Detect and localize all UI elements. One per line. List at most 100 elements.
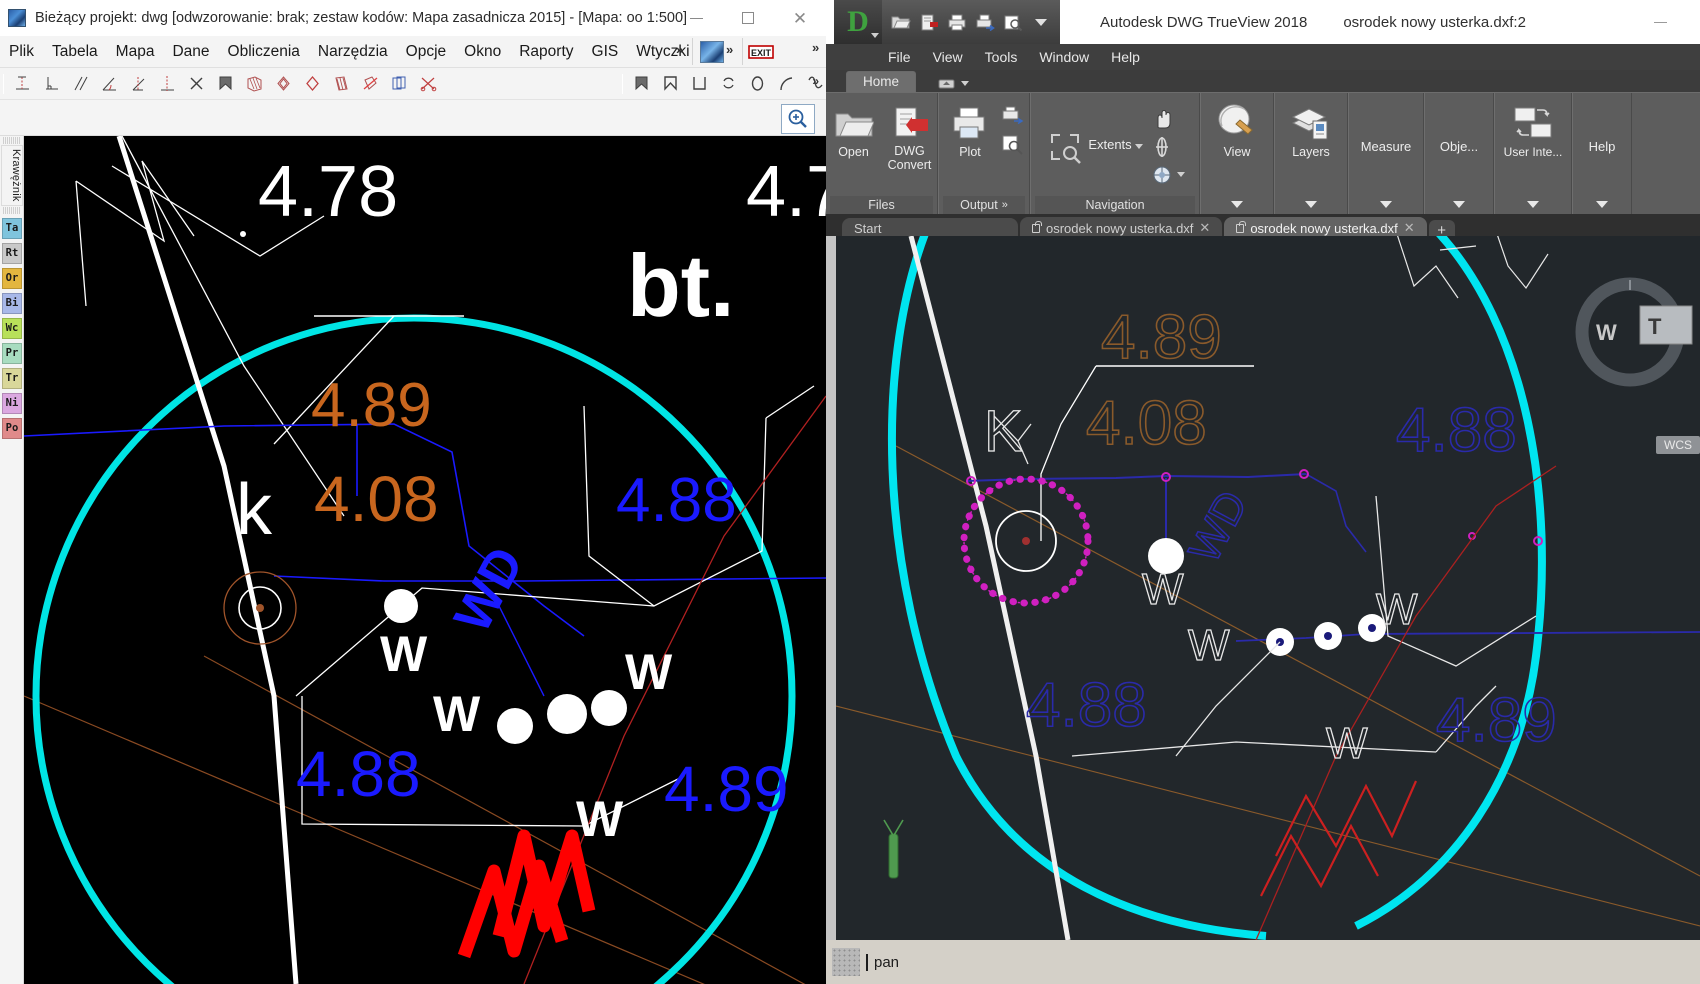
- toolbar-overflow-chevron-2[interactable]: »: [812, 40, 819, 55]
- menu-narzedzia[interactable]: Narzędzia: [309, 40, 397, 64]
- vbtn-or[interactable]: Or: [2, 267, 22, 289]
- command-line[interactable]: pan: [826, 940, 1700, 984]
- maximize-button[interactable]: [722, 0, 774, 36]
- open-rect-button[interactable]: [685, 70, 714, 97]
- vbtn-wc[interactable]: Wc: [2, 317, 22, 339]
- tab-home[interactable]: Home: [846, 71, 917, 92]
- batch-plot-button[interactable]: [999, 103, 1025, 129]
- menu-gis[interactable]: GIS: [583, 40, 628, 64]
- user-interface-panel-dropdown[interactable]: [1499, 194, 1567, 214]
- zoom-button[interactable]: [781, 104, 815, 134]
- zoom-extents-button[interactable]: [1045, 123, 1085, 167]
- menu-plik[interactable]: Plik: [0, 40, 43, 64]
- ribbon-minimize-group[interactable]: [938, 77, 970, 92]
- preview-button[interactable]: [1000, 9, 1026, 35]
- toolbar-grip[interactable]: [3, 73, 4, 94]
- menu-opcje[interactable]: Opcje: [397, 40, 456, 64]
- command-line-grip[interactable]: [832, 948, 860, 976]
- map-thumbnail-button[interactable]: [696, 36, 724, 68]
- layers-button[interactable]: Layers: [1284, 99, 1338, 159]
- ucs-dropdown[interactable]: WCS: [1656, 436, 1700, 454]
- viewcube[interactable]: W T: [1568, 276, 1698, 406]
- hatch-stripe-button[interactable]: [327, 70, 356, 97]
- angle-button[interactable]: [95, 70, 124, 97]
- bisector-button[interactable]: [124, 70, 153, 97]
- menu-okno[interactable]: Okno: [455, 40, 510, 64]
- dwg-convert-button[interactable]: [916, 9, 942, 35]
- help-label[interactable]: Help: [1589, 139, 1616, 154]
- plot-send-button[interactable]: [972, 9, 998, 35]
- view-button[interactable]: View: [1210, 99, 1264, 159]
- user-interface-button[interactable]: User Inte...: [1497, 99, 1569, 159]
- toolbar-grip-2[interactable]: [622, 73, 623, 94]
- parallel-button[interactable]: [66, 70, 95, 97]
- vbtn-bi[interactable]: Bi: [2, 292, 22, 314]
- open-ribbon-button[interactable]: Open: [827, 99, 881, 159]
- steering-wheel-button[interactable]: [1149, 162, 1175, 188]
- customize-qat-button[interactable]: [1028, 9, 1054, 35]
- toolbar-overflow-chevron-1[interactable]: »: [726, 42, 733, 57]
- rw-minimize-button[interactable]: [1640, 0, 1680, 44]
- menubar-overflow-chevron[interactable]: »: [676, 42, 683, 57]
- intersection-button[interactable]: [153, 70, 182, 97]
- arc-small-button[interactable]: [714, 70, 743, 97]
- menu-obliczenia[interactable]: Obliczenia: [219, 40, 309, 64]
- left-drawing-canvas[interactable]: 4.78 4.7 bt. 4.89 4.08 4.88 k W W W WD 4…: [24, 136, 826, 984]
- exit-button[interactable]: EXIT: [748, 36, 774, 68]
- perpendicular-button[interactable]: [8, 70, 37, 97]
- vbtn-tr[interactable]: Tr: [2, 367, 22, 389]
- menu-mapa[interactable]: Mapa: [107, 40, 164, 64]
- object-panel-dropdown[interactable]: [1429, 194, 1489, 214]
- chevron-down-icon[interactable]: [1176, 172, 1185, 177]
- plot-ribbon-button[interactable]: Plot: [943, 99, 997, 159]
- pan-button[interactable]: [1149, 106, 1175, 132]
- perpendicular-foot-button[interactable]: [37, 70, 66, 97]
- rw-menu-file[interactable]: File: [888, 49, 911, 65]
- layers-panel-dropdown[interactable]: [1279, 194, 1343, 214]
- hatch-fill-button[interactable]: [211, 70, 240, 97]
- plot-preview-button[interactable]: [999, 131, 1025, 157]
- open-button[interactable]: [888, 9, 914, 35]
- measure-panel-dropdown[interactable]: [1353, 194, 1419, 214]
- menu-wtyczki[interactable]: Wtyczki: [627, 40, 698, 64]
- vbtn-ni[interactable]: Ni: [2, 392, 22, 414]
- vbtn-rt[interactable]: Rt: [2, 242, 22, 264]
- menu-dane[interactable]: Dane: [163, 40, 218, 64]
- orbit-button[interactable]: [1149, 134, 1175, 160]
- hatch-erase-button[interactable]: [356, 70, 385, 97]
- vbtn-ta[interactable]: Ta: [2, 217, 22, 239]
- panel-expand-icon[interactable]: »: [1002, 199, 1008, 211]
- application-menu-button[interactable]: D: [834, 0, 882, 44]
- vbtn-pr[interactable]: Pr: [2, 342, 22, 364]
- rw-menu-tools[interactable]: Tools: [985, 49, 1018, 65]
- scissors-cut-button[interactable]: [414, 70, 443, 97]
- diamond-outline-button[interactable]: [298, 70, 327, 97]
- vtoolbar-grip-mid[interactable]: [3, 206, 20, 214]
- polyline-button[interactable]: [656, 70, 685, 97]
- close-button[interactable]: ✕: [774, 0, 826, 36]
- measure-label[interactable]: Measure: [1361, 139, 1412, 154]
- dwg-convert-ribbon-button[interactable]: DWG Convert: [883, 99, 937, 173]
- help-panel-dropdown[interactable]: [1577, 194, 1627, 214]
- rw-menu-view[interactable]: View: [933, 49, 963, 65]
- polygon-fill-button[interactable]: [627, 70, 656, 97]
- hatch-cross-button[interactable]: [269, 70, 298, 97]
- hatch-diagonal-button[interactable]: [240, 70, 269, 97]
- arc-button[interactable]: [772, 70, 801, 97]
- close-icon[interactable]: ✕: [1404, 220, 1415, 236]
- chevron-down-icon[interactable]: [1134, 144, 1143, 149]
- delete-cross-button[interactable]: [182, 70, 211, 97]
- menu-tabela[interactable]: Tabela: [43, 40, 107, 64]
- right-drawing-canvas[interactable]: 4.89 4.08 4.88 4.88 4.89 K W W W W WD W …: [836, 236, 1700, 940]
- ellipse-button[interactable]: [743, 70, 772, 97]
- menu-raporty[interactable]: Raporty: [510, 40, 582, 64]
- copy-shape-button[interactable]: [385, 70, 414, 97]
- view-panel-dropdown[interactable]: [1205, 194, 1269, 214]
- vtoolbar-grip-top[interactable]: [3, 137, 20, 144]
- minimize-button[interactable]: [670, 0, 722, 36]
- close-icon[interactable]: ✕: [1199, 220, 1210, 236]
- vbtn-po[interactable]: Po: [2, 417, 22, 439]
- plot-button-qat[interactable]: [944, 9, 970, 35]
- object-label[interactable]: Obje...: [1440, 139, 1478, 154]
- toolbar-overflow-chevron-3[interactable]: »: [809, 74, 822, 88]
